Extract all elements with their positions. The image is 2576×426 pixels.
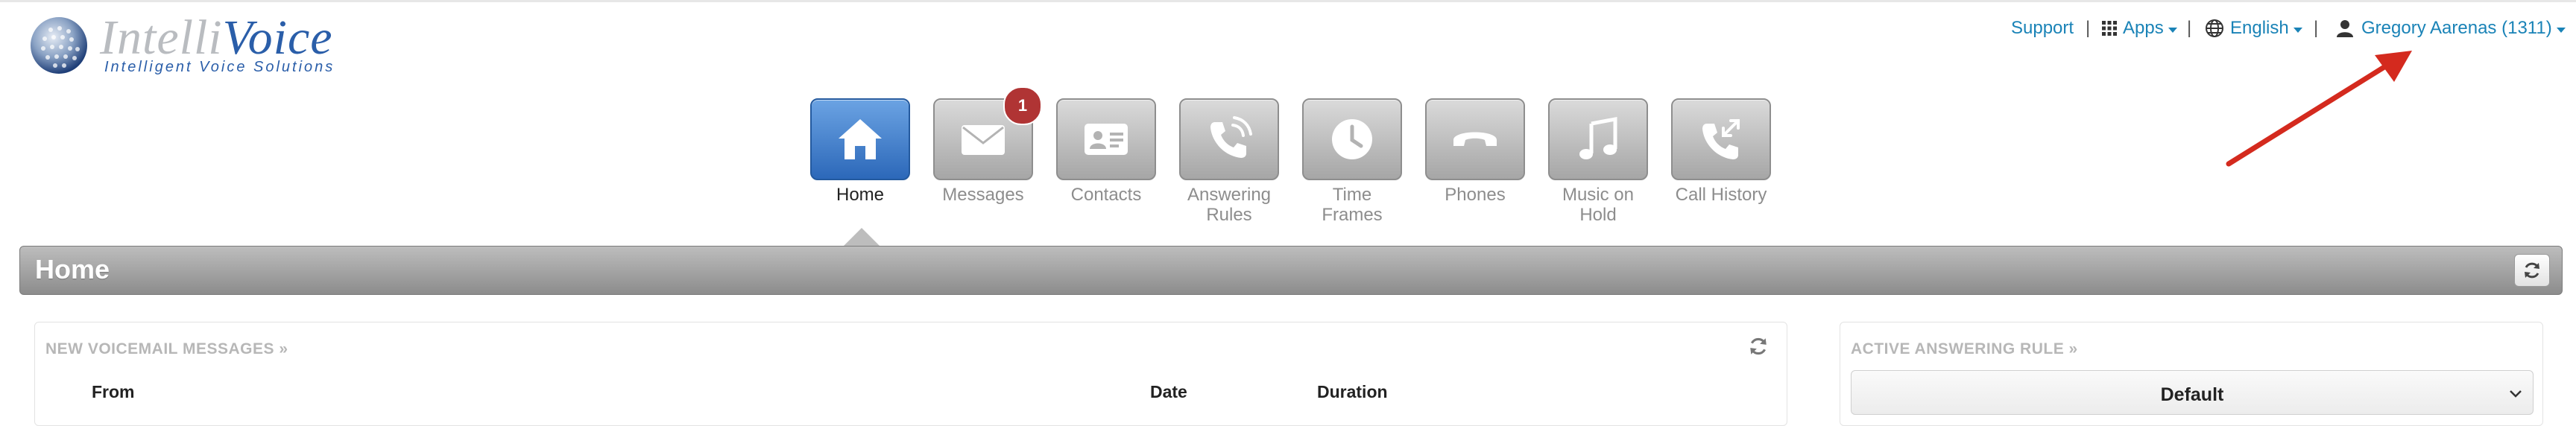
page-refresh-button[interactable]	[2514, 254, 2550, 287]
chevron-down-icon	[2510, 390, 2522, 398]
nav-contacts[interactable]: Contacts	[1054, 98, 1158, 205]
nav-separator: |	[2086, 18, 2091, 38]
grid-icon	[2102, 21, 2117, 36]
nav-answering-rules[interactable]: Answering Rules	[1177, 98, 1281, 225]
nav-contacts-button[interactable]	[1056, 98, 1156, 180]
user-caret-icon	[2556, 27, 2566, 33]
nav-contacts-text: Contacts	[1070, 185, 1142, 205]
logo-tagline: Intelligent Voice Solutions	[104, 59, 335, 75]
nav-phones-text: Phones	[1445, 185, 1506, 205]
phone-wave-icon	[1210, 116, 1252, 158]
nav-messages[interactable]: 1 Messages	[931, 86, 1042, 205]
page-title: Home	[35, 254, 110, 284]
column-header-date[interactable]: Date	[1150, 382, 1187, 402]
nav-call-history[interactable]: Call History	[1669, 98, 1773, 205]
nav-home-text: Home	[836, 185, 885, 205]
answering-rule-panel: ACTIVE ANSWERING RULE » Default	[1840, 322, 2543, 426]
apps-label: Apps	[2123, 18, 2164, 38]
nav-music-on-hold[interactable]: Music on Hold	[1546, 98, 1650, 225]
nav-time-frames-text-1: Time	[1332, 185, 1372, 205]
nav-answering-rules-button[interactable]	[1179, 98, 1279, 180]
language-menu[interactable]: English	[2205, 18, 2302, 39]
nav-time-frames-text-2: Frames	[1322, 205, 1383, 225]
nav-time-frames-button[interactable]	[1302, 98, 1402, 180]
messages-badge: 1	[1003, 86, 1042, 125]
nav-answering-rules-text-2: Rules	[1206, 205, 1252, 225]
nav-messages-label: Messages	[931, 185, 1035, 205]
column-header-duration[interactable]: Duration	[1317, 382, 1388, 402]
globe-icon	[2206, 19, 2223, 37]
support-label: Support	[2011, 18, 2074, 38]
voicemail-panel-title[interactable]: NEW VOICEMAIL MESSAGES »	[45, 340, 288, 358]
nav-contacts-label: Contacts	[1054, 185, 1158, 205]
music-note-icon	[1579, 116, 1617, 159]
nav-call-history-button[interactable]	[1671, 98, 1771, 180]
handset-icon	[1453, 132, 1497, 146]
top-border	[0, 0, 2576, 2]
nav-messages-text: Messages	[942, 185, 1024, 205]
answering-rule-selected: Default	[2160, 384, 2224, 405]
nav-messages-button[interactable]: 1	[933, 86, 1042, 180]
nav-answering-rules-text-1: Answering	[1187, 185, 1272, 205]
page-header-bar: Home	[19, 246, 2563, 295]
language-label: English	[2230, 18, 2289, 38]
nav-separator: |	[2314, 18, 2319, 38]
user-icon	[2337, 20, 2353, 37]
nav-time-frames[interactable]: Time Frames	[1300, 98, 1404, 225]
home-icon	[839, 119, 882, 159]
call-history-icon	[1702, 119, 1740, 159]
user-name-label: Gregory Aarenas (1311)	[2361, 18, 2552, 38]
refresh-icon	[2525, 262, 2539, 279]
nav-music-on-hold-button[interactable]	[1548, 98, 1648, 180]
answering-rule-select[interactable]: Default	[1851, 370, 2534, 415]
nav-call-history-text: Call History	[1675, 185, 1767, 205]
column-header-from[interactable]: From	[92, 382, 135, 402]
user-menu[interactable]: Gregory Aarenas (1311)	[2336, 18, 2566, 39]
apps-menu[interactable]: Apps	[2102, 18, 2177, 39]
nav-answering-rules-label: Answering Rules	[1177, 185, 1281, 225]
nav-home-button[interactable]	[810, 98, 910, 180]
answering-rule-panel-title[interactable]: ACTIVE ANSWERING RULE »	[1851, 340, 2078, 358]
nav-time-frames-label: Time Frames	[1300, 185, 1404, 225]
nav-music-on-hold-text-1: Music on	[1562, 185, 1635, 205]
voicemail-panel: NEW VOICEMAIL MESSAGES » From Date Durat…	[34, 322, 1787, 426]
nav-music-on-hold-label: Music on Hold	[1546, 185, 1650, 225]
contact-card-icon	[1085, 124, 1128, 155]
clock-icon	[1332, 119, 1372, 159]
active-tab-notch	[842, 228, 881, 247]
support-link[interactable]: Support	[2011, 18, 2074, 39]
annotation-arrow-icon	[2226, 51, 2412, 167]
nav-call-history-label: Call History	[1669, 185, 1773, 205]
nav-music-on-hold-text-2: Hold	[1579, 205, 1617, 225]
envelope-icon	[962, 125, 1005, 155]
nav-separator: |	[2187, 18, 2192, 38]
nav-phones[interactable]: Phones	[1423, 98, 1527, 205]
language-caret-icon	[2293, 27, 2302, 33]
nav-home-label: Home	[808, 185, 912, 205]
nav-phones-button[interactable]	[1425, 98, 1525, 180]
user-navigation: Support | Apps | English | Gregory Aaren…	[0, 18, 2576, 48]
apps-caret-icon	[2168, 27, 2177, 33]
voicemail-refresh-icon[interactable]	[1748, 336, 1769, 357]
nav-phones-label: Phones	[1423, 185, 1527, 205]
nav-home[interactable]: Home	[808, 98, 912, 205]
